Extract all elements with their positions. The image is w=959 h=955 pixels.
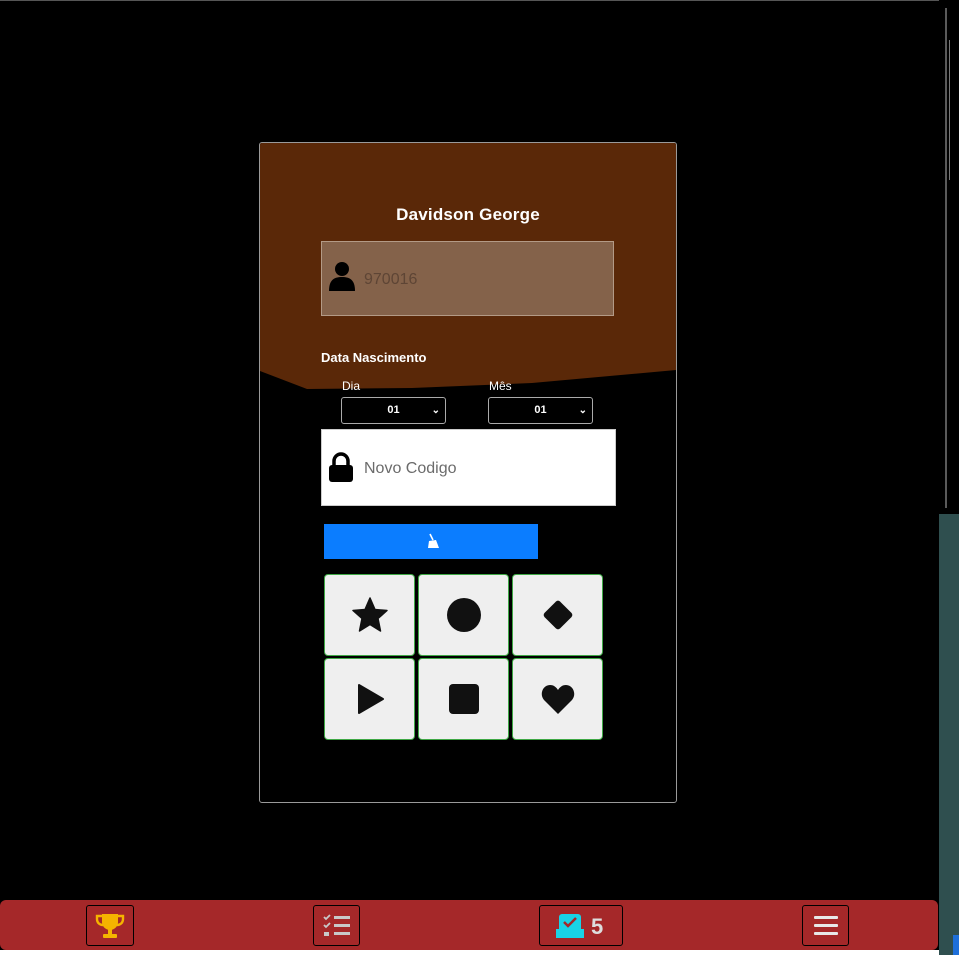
shape-keypad xyxy=(324,574,606,742)
scrollbar-rail xyxy=(945,8,947,508)
login-card: Davidson George Data Nascimento Dia Mês … xyxy=(259,142,677,803)
broom-icon xyxy=(428,533,439,548)
window-edge xyxy=(0,0,959,1)
diamond-icon xyxy=(543,600,573,630)
heart-button[interactable] xyxy=(512,658,603,740)
menu-button[interactable] xyxy=(802,905,849,946)
heart-icon xyxy=(541,685,575,714)
menu-icon xyxy=(814,916,838,935)
play-button[interactable] xyxy=(324,658,415,740)
play-icon xyxy=(358,684,384,714)
checklist-icon xyxy=(323,914,350,936)
star-button[interactable] xyxy=(324,574,415,656)
scrollbar-thumb[interactable] xyxy=(949,40,950,180)
square-icon xyxy=(449,684,479,714)
chevron-down-icon: ⌄ xyxy=(431,405,440,416)
ranking-button[interactable] xyxy=(86,905,134,946)
trophy-icon xyxy=(95,914,125,938)
square-button[interactable] xyxy=(418,658,509,740)
circle-button[interactable] xyxy=(418,574,509,656)
inbox-button[interactable]: 5 xyxy=(539,905,623,946)
birth-date-label: Data Nascimento xyxy=(321,350,427,365)
tasks-button[interactable] xyxy=(313,905,360,946)
day-label: Dia xyxy=(342,379,361,393)
page-footer-strip xyxy=(0,950,939,955)
side-panel xyxy=(939,514,959,955)
circle-icon xyxy=(447,598,481,632)
inbox-check-icon xyxy=(556,914,584,938)
new-code-field[interactable] xyxy=(321,429,616,507)
chevron-down-icon: ⌄ xyxy=(578,405,587,416)
month-label: Mês xyxy=(489,379,512,393)
inbox-count-badge: 5 xyxy=(591,914,604,939)
lock-icon xyxy=(329,452,353,482)
month-select[interactable]: 01 ⌄ xyxy=(488,397,593,424)
user-icon xyxy=(329,262,355,291)
day-select[interactable]: 01 ⌄ xyxy=(341,397,446,424)
side-indicator xyxy=(953,935,959,955)
user-id-input[interactable] xyxy=(362,242,611,317)
diamond-button[interactable] xyxy=(512,574,603,656)
user-id-field[interactable] xyxy=(321,241,614,317)
star-icon xyxy=(352,597,388,632)
user-name: Davidson George xyxy=(396,205,540,224)
submit-button[interactable] xyxy=(324,524,538,559)
bottom-navigation: 5 xyxy=(0,900,938,950)
day-select-value: 01 xyxy=(387,404,400,416)
month-select-value: 01 xyxy=(534,404,547,416)
new-code-input[interactable] xyxy=(362,430,611,507)
